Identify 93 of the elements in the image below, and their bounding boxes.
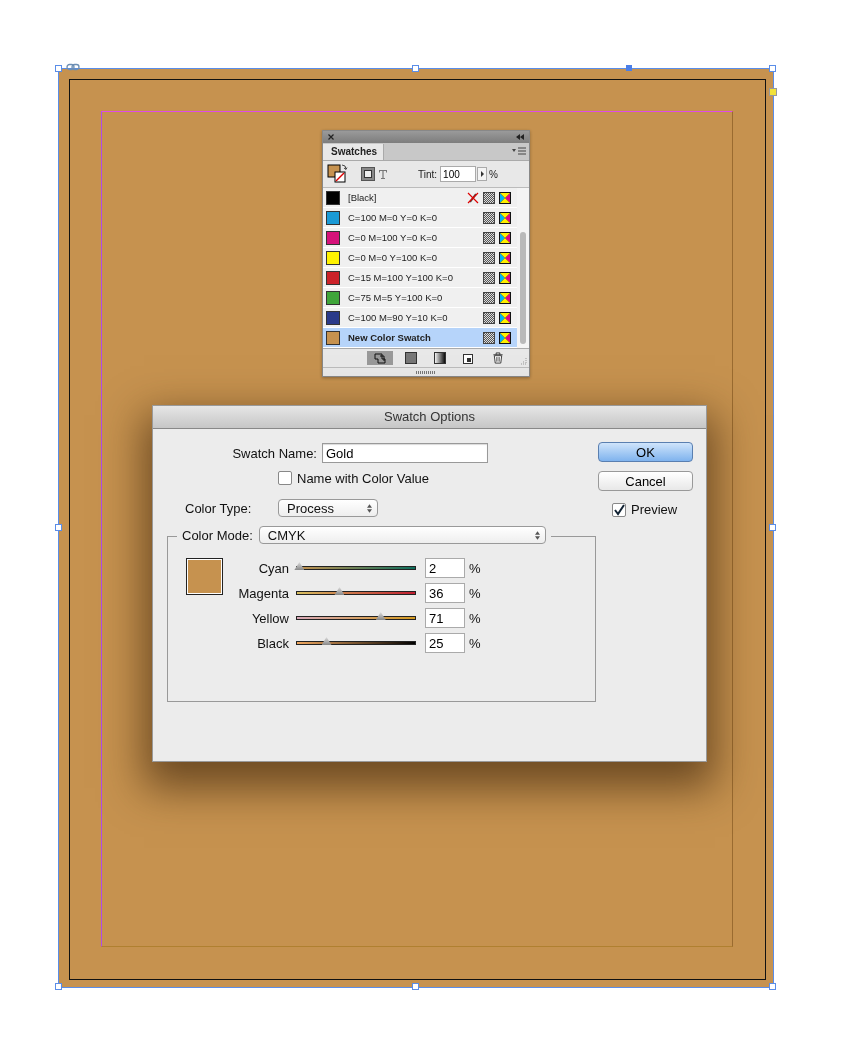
selection-handle[interactable] — [769, 983, 776, 990]
panel-tab[interactable]: Swatches — [323, 144, 385, 160]
swatch-name: C=75 M=5 Y=100 K=0 — [348, 292, 444, 303]
cmyk-icon — [499, 251, 511, 264]
cmyk-icon — [499, 191, 511, 204]
swatch-row[interactable]: C=100 M=0 Y=0 K=0 — [323, 208, 517, 228]
color-mode-dropdown[interactable]: CMYK — [258, 526, 546, 544]
selection-handle[interactable] — [769, 65, 776, 72]
checkbox-label[interactable]: Name with Color Value — [297, 470, 429, 486]
checker-icon — [483, 211, 495, 224]
value-field[interactable]: 25 — [425, 633, 465, 653]
checker-icon — [483, 191, 495, 204]
checker-icon — [483, 331, 495, 344]
show-all-swatches-icon[interactable] — [367, 351, 393, 365]
percent-label: % — [469, 610, 481, 626]
swatch-name: C=100 M=90 Y=10 K=0 — [348, 312, 449, 323]
value-field[interactable]: 71 — [425, 608, 465, 628]
field-label: Color Type: — [185, 500, 253, 516]
resize-grip-icon[interactable] — [519, 357, 527, 365]
selection-handle[interactable] — [55, 524, 62, 531]
dialog-button[interactable]: Cancel — [598, 471, 693, 491]
swatch-row[interactable]: C=100 M=90 Y=10 K=0 — [323, 308, 517, 328]
checker-icon — [483, 271, 495, 284]
tint-label: Tint: — [418, 168, 438, 180]
trash-icon[interactable] — [492, 352, 504, 364]
cmyk-icon — [499, 331, 511, 344]
fill-stroke-icon[interactable] — [327, 164, 349, 184]
checker-icon — [483, 291, 495, 304]
selection-handle[interactable] — [412, 983, 419, 990]
menu-icon[interactable] — [512, 147, 526, 155]
selection-handle[interactable] — [769, 524, 776, 531]
percent-label: % — [469, 560, 481, 576]
value-field[interactable]: 2 — [425, 558, 465, 578]
value-field[interactable]: 36 — [425, 583, 465, 603]
new-swatch-icon[interactable] — [463, 352, 475, 364]
link-icon[interactable] — [66, 63, 80, 71]
swatch-row[interactable]: New Color Swatch — [323, 328, 517, 348]
channel-label: Black — [256, 635, 289, 651]
slider-thumb[interactable] — [375, 612, 386, 620]
field-label: Color Mode: — [182, 527, 253, 543]
swatch-name: C=15 M=100 Y=100 K=0 — [348, 272, 454, 283]
cmyk-icon — [499, 211, 511, 224]
gradient-swatches-icon[interactable] — [434, 352, 446, 364]
checker-icon — [483, 251, 495, 264]
swatch-row[interactable]: C=0 M=100 Y=0 K=0 — [323, 228, 517, 248]
close-icon[interactable] — [328, 134, 334, 140]
channel-label: Yellow — [250, 610, 289, 626]
color-type-dropdown[interactable]: Process — [278, 499, 378, 517]
collapse-icon[interactable] — [516, 134, 524, 140]
swatch-name: New Color Swatch — [348, 332, 432, 343]
checker-icon — [483, 311, 495, 324]
color-swatches-icon[interactable] — [405, 352, 417, 364]
swatch-name: C=0 M=0 Y=100 K=0 — [348, 252, 439, 263]
selection-handle[interactable] — [55, 65, 62, 72]
swatch-row[interactable]: C=75 M=5 Y=100 K=0 — [323, 288, 517, 308]
checker-icon — [483, 231, 495, 244]
swatch-name-field[interactable]: Gold — [322, 443, 488, 463]
container-icon[interactable] — [361, 167, 375, 181]
cmyk-icon — [499, 291, 511, 304]
slider-thumb[interactable] — [294, 562, 305, 570]
checkbox-label[interactable]: Preview — [631, 502, 678, 517]
checkbox[interactable] — [278, 471, 292, 485]
stepper-icon — [534, 530, 540, 540]
scrollbar[interactable] — [517, 188, 529, 348]
cmyk-icon — [499, 271, 511, 284]
scroll-thumb[interactable] — [520, 232, 526, 344]
slider-thumb[interactable] — [334, 587, 345, 595]
slider-thumb[interactable] — [321, 637, 332, 645]
dialog-button[interactable]: OK — [598, 442, 693, 462]
swatch-row[interactable]: C=0 M=0 Y=100 K=0 — [323, 248, 517, 268]
tint-field[interactable]: 100 — [440, 166, 477, 182]
channel-label: Magenta — [237, 585, 289, 601]
drag-handle[interactable] — [416, 370, 436, 374]
stepper-icon — [367, 503, 372, 513]
percent-label: % — [489, 168, 498, 180]
checkbox[interactable] — [612, 502, 626, 517]
color-preview — [186, 558, 223, 595]
selection-handle[interactable] — [412, 65, 419, 72]
swatch-row[interactable]: [Black] — [323, 188, 517, 208]
swatch-name: C=0 M=100 Y=0 K=0 — [348, 232, 439, 243]
selection-handle[interactable] — [55, 983, 62, 990]
cmyk-icon — [499, 231, 511, 244]
percent-label: % — [469, 585, 481, 601]
swatch-name: C=100 M=0 Y=0 K=0 — [348, 212, 439, 223]
channel-label: Cyan — [257, 560, 289, 576]
cmyk-icon — [499, 311, 511, 324]
percent-label: % — [469, 635, 481, 651]
swatch-row[interactable]: C=15 M=100 Y=100 K=0 — [323, 268, 517, 288]
window-title: Swatch Options — [153, 406, 706, 429]
content-handle[interactable] — [769, 88, 777, 96]
swatch-name: [Black] — [348, 192, 378, 203]
text-icon[interactable] — [378, 169, 388, 179]
field-label: Swatch Name: — [231, 445, 317, 461]
